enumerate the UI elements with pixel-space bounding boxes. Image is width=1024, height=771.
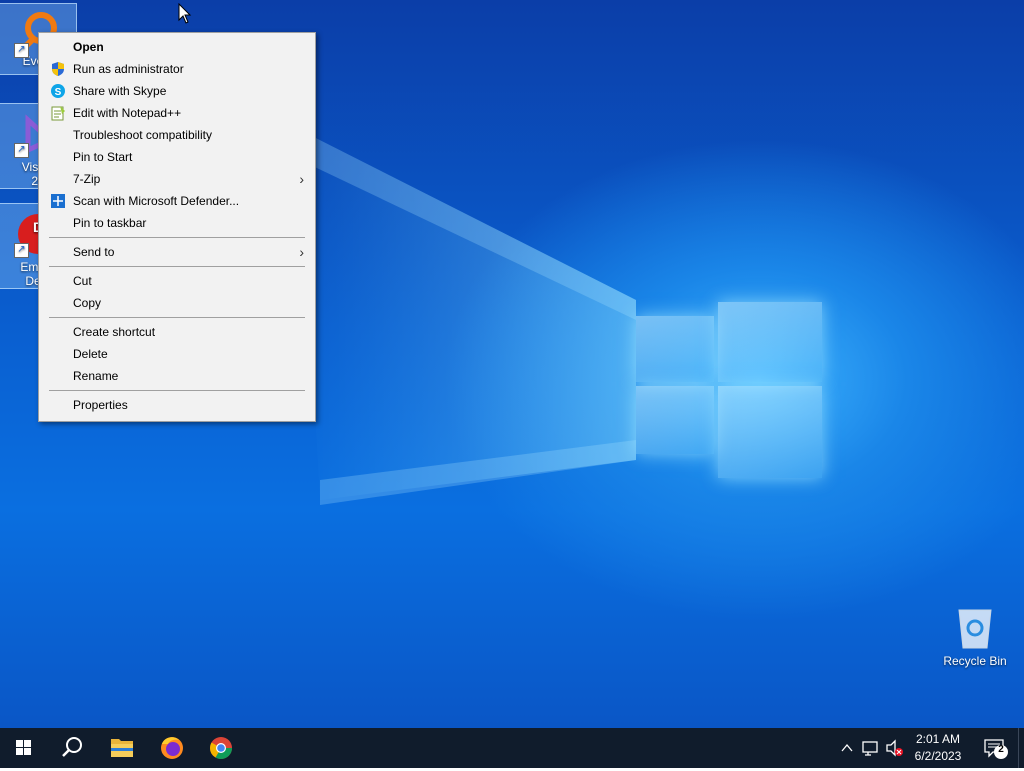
menu-item-pin-to-start[interactable]: Pin to Start: [40, 146, 314, 168]
taskbar: 2:01 AM 6/2/2023 2: [0, 728, 1024, 768]
shortcut-arrow-icon: ↗: [14, 143, 29, 158]
menu-item-label: 7-Zip: [73, 172, 101, 186]
menu-item-cut[interactable]: Cut: [40, 270, 314, 292]
context-menu: Open Run as administrator S Share with S…: [38, 32, 316, 422]
file-explorer-button[interactable]: [98, 728, 146, 768]
menu-item-troubleshoot-compatibility[interactable]: Troubleshoot compatibility: [40, 124, 314, 146]
chrome-icon: [210, 737, 232, 759]
firefox-button[interactable]: [148, 728, 196, 768]
firefox-icon: [161, 737, 183, 759]
svg-text:S: S: [55, 87, 62, 98]
search-button[interactable]: [48, 728, 96, 768]
menu-item-label: Troubleshoot compatibility: [73, 128, 212, 142]
start-icon: [16, 740, 31, 755]
volume-muted-icon: [886, 739, 903, 757]
windows-logo-wallpaper: [636, 290, 822, 480]
menu-item-copy[interactable]: Copy: [40, 292, 314, 314]
file-explorer-icon: [111, 739, 133, 757]
menu-item-label: Delete: [73, 347, 108, 361]
menu-item-properties[interactable]: Properties: [40, 394, 314, 416]
network-icon: [862, 741, 878, 756]
menu-item-label: Run as administrator: [73, 62, 184, 76]
menu-item-7-zip[interactable]: 7-Zip ›: [40, 168, 314, 190]
chrome-button[interactable]: [197, 728, 245, 768]
clock[interactable]: 2:01 AM 6/2/2023: [906, 731, 970, 765]
chevron-up-icon: [841, 743, 853, 752]
search-icon: [62, 737, 82, 757]
menu-item-rename[interactable]: Rename: [40, 365, 314, 387]
menu-item-edit-with-notepad-plus-plus[interactable]: Edit with Notepad++: [40, 102, 314, 124]
clock-date: 6/2/2023: [914, 749, 962, 763]
menu-item-label: Pin to taskbar: [73, 216, 147, 230]
menu-item-label: Pin to Start: [73, 150, 133, 164]
menu-separator: [49, 317, 305, 318]
desktop-icon-recycle-bin[interactable]: Recycle Bin: [937, 598, 1013, 670]
mouse-cursor-icon: [178, 3, 192, 24]
defender-icon: [51, 194, 65, 208]
menu-item-send-to[interactable]: Send to ›: [40, 241, 314, 263]
clock-time: 2:01 AM: [915, 732, 961, 746]
menu-item-pin-to-taskbar[interactable]: Pin to taskbar: [40, 212, 314, 234]
notification-count-badge: 2: [998, 744, 1004, 755]
notepad-plus-plus-icon: [51, 106, 65, 121]
menu-item-label: Rename: [73, 369, 119, 383]
menu-item-label: Cut: [73, 274, 92, 288]
show-desktop-button[interactable]: [1018, 728, 1024, 768]
menu-item-label: Copy: [73, 296, 102, 310]
shortcut-arrow-icon: ↗: [14, 43, 29, 58]
desktop-icon-label: Recycle Bin: [943, 654, 1007, 668]
volume-button[interactable]: [884, 728, 906, 768]
menu-separator: [49, 266, 305, 267]
menu-item-label: Send to: [73, 245, 115, 259]
network-button[interactable]: [860, 728, 882, 768]
chevron-right-icon: ›: [299, 244, 304, 260]
skype-icon: S: [51, 84, 65, 98]
show-hidden-icons-button[interactable]: [838, 728, 856, 768]
menu-item-label: Scan with Microsoft Defender...: [73, 194, 240, 208]
menu-item-run-as-administrator[interactable]: Run as administrator: [40, 58, 314, 80]
menu-item-share-with-skype[interactable]: S Share with Skype: [40, 80, 314, 102]
menu-separator: [49, 237, 305, 238]
menu-item-label: Open: [73, 40, 104, 54]
menu-item-label: Share with Skype: [73, 84, 167, 98]
menu-item-label: Create shortcut: [73, 325, 156, 339]
menu-item-label: Edit with Notepad++: [73, 106, 182, 120]
menu-item-create-shortcut[interactable]: Create shortcut: [40, 321, 314, 343]
shield-icon: [52, 62, 64, 76]
start-button[interactable]: [0, 728, 48, 768]
chevron-right-icon: ›: [299, 171, 304, 187]
shortcut-arrow-icon: ↗: [14, 243, 29, 258]
menu-separator: [49, 390, 305, 391]
menu-item-delete[interactable]: Delete: [40, 343, 314, 365]
menu-item-scan-with-defender[interactable]: Scan with Microsoft Defender...: [40, 190, 314, 212]
action-center-button[interactable]: 2: [976, 728, 1016, 768]
menu-item-open[interactable]: Open: [40, 36, 314, 58]
recycle-bin-icon: [951, 604, 999, 652]
menu-item-label: Properties: [73, 398, 128, 412]
